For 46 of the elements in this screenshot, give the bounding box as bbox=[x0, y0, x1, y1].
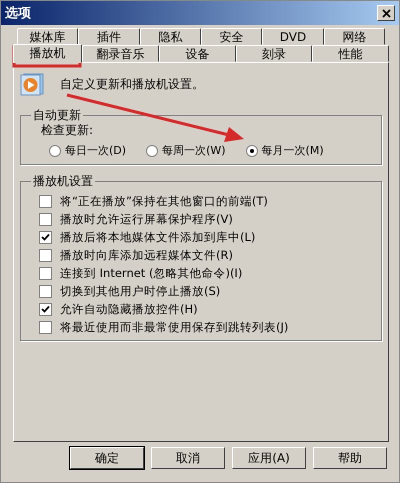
dialog-button[interactable]: 确定 bbox=[70, 447, 144, 469]
dialog-button[interactable]: 帮助 bbox=[313, 447, 387, 469]
checkbox[interactable] bbox=[39, 320, 52, 334]
tab[interactable]: DVD bbox=[262, 28, 324, 45]
checkbox[interactable] bbox=[39, 194, 52, 208]
checkbox-option[interactable]: 允许自动隐藏播放控件(H) bbox=[31, 300, 371, 318]
play-icon bbox=[20, 72, 44, 96]
tab[interactable]: 性能 bbox=[312, 45, 389, 62]
checkbox-option[interactable]: 播放时向库添加远程媒体文件(R) bbox=[31, 246, 371, 264]
checkbox[interactable] bbox=[39, 230, 52, 244]
radio-button[interactable] bbox=[49, 144, 61, 156]
tab[interactable]: 播放机 bbox=[13, 44, 82, 63]
field-label: 检查更新: bbox=[40, 122, 94, 139]
radio-option[interactable]: 每周一次(W) bbox=[146, 143, 226, 158]
checkbox[interactable] bbox=[39, 212, 52, 226]
checkbox[interactable] bbox=[39, 284, 52, 298]
close-button[interactable] bbox=[377, 5, 395, 21]
checkbox-option[interactable]: 播放时允许运行屏幕保护程序(V) bbox=[31, 210, 371, 228]
close-icon bbox=[382, 8, 390, 18]
checkbox[interactable] bbox=[39, 302, 52, 316]
checkbox-option[interactable]: 切换到其他用户时停止播放(S) bbox=[31, 282, 371, 300]
tab[interactable]: 插件 bbox=[78, 28, 140, 45]
tab[interactable]: 设备 bbox=[158, 45, 236, 62]
checkbox-option[interactable]: 播放后将本地媒体文件添加到库中(L) bbox=[31, 228, 371, 246]
window-title: 选项 bbox=[5, 5, 31, 22]
radio-button[interactable] bbox=[246, 144, 258, 156]
tab[interactable]: 翻录音乐 bbox=[82, 45, 159, 62]
checkbox[interactable] bbox=[39, 248, 52, 262]
tab[interactable]: 媒体库 bbox=[17, 28, 78, 45]
dialog-button[interactable]: 取消 bbox=[151, 447, 225, 469]
radio-option[interactable]: 每日一次(D) bbox=[49, 143, 126, 158]
radio-option[interactable]: 每月一次(M) bbox=[246, 143, 324, 158]
tab[interactable]: 刻录 bbox=[236, 45, 312, 62]
description-text: 自定义更新和播放机设置。 bbox=[60, 76, 204, 92]
group-title: 播放机设置 bbox=[32, 173, 94, 190]
dialog-button[interactable]: 应用(A) bbox=[232, 447, 306, 469]
tab[interactable]: 隐私 bbox=[140, 28, 201, 45]
highlight-frame bbox=[12, 46, 82, 68]
group-title: 自动更新 bbox=[32, 107, 82, 124]
radio-button[interactable] bbox=[146, 144, 158, 156]
checkbox[interactable] bbox=[39, 266, 52, 280]
checkbox-option[interactable]: 将“正在播放”保持在其他窗口的前端(T) bbox=[31, 192, 371, 210]
checkbox-option[interactable]: 将最近使用而非最常使用保存到跳转列表(J) bbox=[31, 318, 371, 336]
tab[interactable]: 安全 bbox=[200, 28, 262, 45]
checkbox-option[interactable]: 连接到 Internet (忽略其他命令)(I) bbox=[31, 264, 371, 282]
tab[interactable]: 网络 bbox=[324, 28, 385, 45]
